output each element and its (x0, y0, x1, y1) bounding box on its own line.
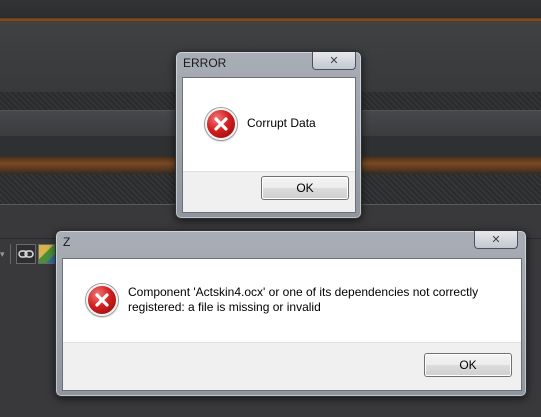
ok-button[interactable]: OK (424, 353, 512, 377)
error-message: Component 'Actskin4.ocx' or one of its d… (128, 285, 498, 315)
error-dialog: ERROR ✕ Corrupt Data OK (175, 51, 362, 219)
component-error-dialog: Z ✕ Component 'Actskin4.ocx' or one of i… (55, 230, 527, 397)
close-icon: ✕ (491, 233, 501, 246)
close-button[interactable]: ✕ (312, 52, 356, 70)
dropdown-arrow-icon[interactable]: ▾ (0, 250, 5, 260)
close-button[interactable]: ✕ (474, 231, 518, 249)
error-icon (205, 108, 237, 140)
toolbar-separator (10, 244, 11, 264)
close-icon: ✕ (329, 54, 339, 67)
ok-button[interactable]: OK (261, 176, 349, 200)
error-icon (86, 284, 118, 316)
app-top-strip (0, 0, 541, 18)
error-message-line1: Component 'Actskin4.ocx' or one of its d… (128, 285, 479, 299)
dialog-title: ERROR (183, 56, 227, 70)
error-message: Corrupt Data (247, 116, 316, 130)
dialog-title: Z (63, 235, 71, 249)
link-icon[interactable] (16, 244, 36, 264)
error-message-line2: registered: a file is missing or invalid (128, 300, 321, 314)
